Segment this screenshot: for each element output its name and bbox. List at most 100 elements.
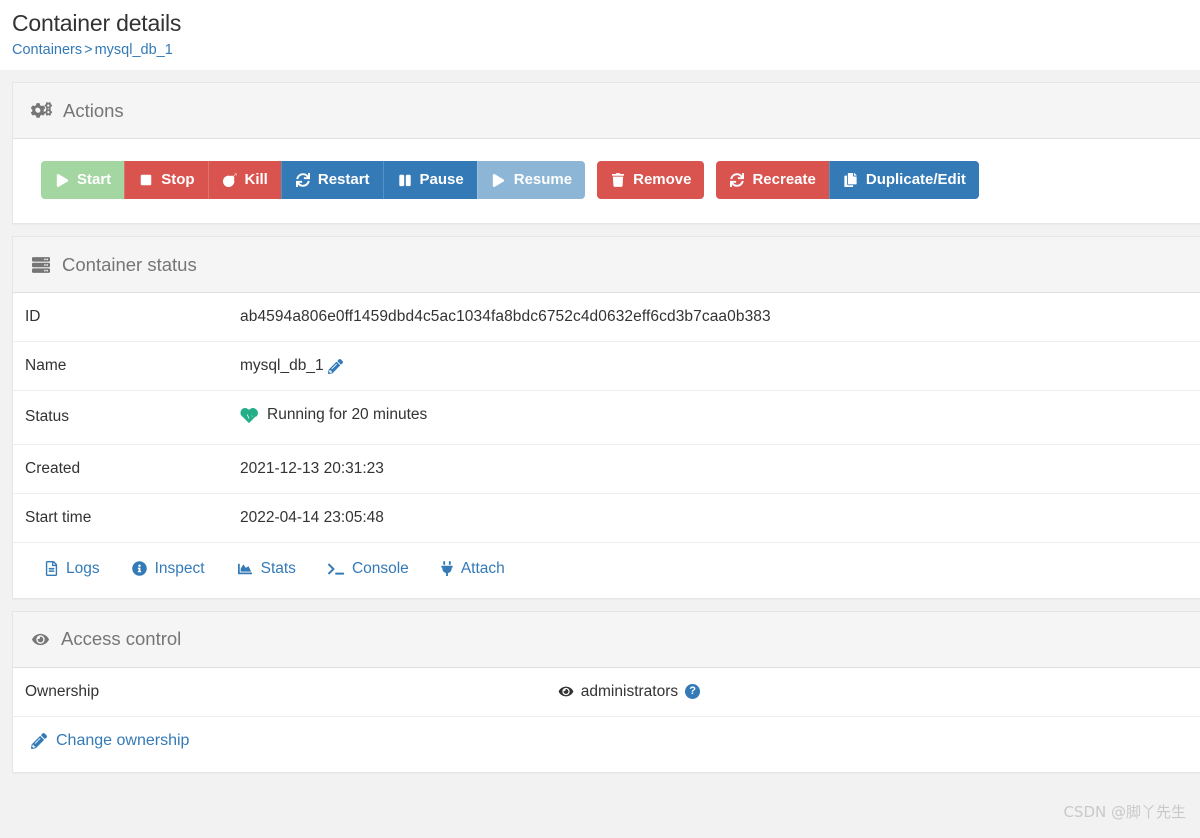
terminal-icon (327, 562, 344, 576)
question-circle-icon[interactable]: ? (685, 684, 701, 699)
ownership-value-cell: administrators ? (198, 668, 1200, 716)
copy-icon (843, 173, 859, 187)
ownership-table: Ownership administrators ? (13, 668, 1200, 716)
info-circle-icon (131, 561, 147, 576)
row-value-id: ab4594a806e0ff1459dbd4c5ac1034fa8bdc6752… (240, 308, 771, 325)
stop-button-label: Stop (161, 171, 195, 188)
access-control-panel-heading: Access control (13, 611, 1200, 668)
pause-icon (397, 174, 413, 187)
row-value-start-time: 2022-04-14 23:05:48 (240, 492, 1200, 542)
play-icon (54, 173, 70, 187)
logs-link-label: Logs (66, 559, 100, 577)
stop-icon (138, 174, 154, 186)
container-status-panel-title: Container status (62, 253, 197, 275)
file-icon (45, 561, 58, 576)
restart-button[interactable]: Restart (280, 161, 383, 199)
ownership-value-wrap: administrators ? (558, 681, 1192, 703)
recreate-button-label: Recreate (752, 171, 816, 188)
actions-panel: Actions Start Stop Kill Restart Pause Re… (12, 82, 1200, 224)
edit-icon[interactable] (327, 358, 343, 374)
stop-button[interactable]: Stop (124, 161, 208, 199)
row-label-start-time: Start time (13, 492, 240, 542)
actions-panel-heading: Actions (13, 83, 1200, 139)
container-quick-links: Logs Inspect Stats Console Attach (13, 541, 1200, 598)
page-body: Actions Start Stop Kill Restart Pause Re… (0, 70, 1200, 838)
change-ownership-label: Change ownership (56, 731, 190, 749)
remove-button-label: Remove (633, 171, 692, 188)
kill-button-label: Kill (244, 171, 268, 188)
stats-link[interactable]: Stats (237, 560, 296, 578)
row-value-created: 2021-12-13 20:31:23 (240, 443, 1200, 493)
ownership-value: administrators (580, 682, 679, 700)
recreate-button[interactable]: Recreate (716, 161, 829, 199)
row-value-status: Running for 20 minutes (267, 406, 428, 423)
start-button[interactable]: Start (41, 161, 125, 199)
table-row: Start time 2022-04-14 23:05:48 (13, 492, 1200, 542)
actions-panel-body: Start Stop Kill Restart Pause Resume Rem… (13, 139, 1200, 223)
pause-button[interactable]: Pause (382, 161, 477, 199)
inspect-link[interactable]: Inspect (131, 559, 205, 578)
resume-button-label: Resume (513, 171, 573, 188)
bomb-icon (222, 173, 238, 187)
sync-icon (295, 173, 311, 187)
duplicate-edit-button[interactable]: Duplicate/Edit (828, 161, 979, 199)
restart-button-label: Restart (317, 171, 370, 188)
lifecycle-button-group: Start Stop Kill Restart Pause Resume (41, 161, 586, 199)
row-value-name-cell: mysql_db_1 (240, 341, 1200, 391)
breadcrumb-current-link[interactable]: mysql_db_1 (95, 42, 173, 58)
row-label-id: ID (25, 308, 41, 325)
duplicate-edit-button-label: Duplicate/Edit (865, 171, 966, 188)
server-icon (31, 256, 51, 274)
container-status-panel-body: ID ab4594a806e0ff1459dbd4c5ac1034fa8bdc6… (13, 293, 1200, 598)
plug-icon (441, 561, 453, 576)
name-value-wrap: mysql_db_1 (240, 355, 343, 377)
cogs-icon (31, 101, 52, 120)
table-row: ID ab4594a806e0ff1459dbd4c5ac1034fa8bdc6… (13, 293, 1200, 342)
eye-icon (31, 632, 50, 647)
remove-button[interactable]: Remove (597, 161, 705, 199)
access-control-panel-body: Ownership administrators ? Change owners… (13, 668, 1200, 772)
actions-panel-title: Actions (63, 99, 124, 121)
table-row: Ownership administrators ? (13, 668, 1200, 716)
breadcrumb-containers-link[interactable]: Containers (12, 42, 82, 58)
trash-icon (610, 173, 626, 187)
container-status-panel-heading: Container status (13, 237, 1200, 293)
sync-icon (729, 173, 745, 187)
change-ownership-link[interactable]: Change ownership (31, 732, 189, 750)
access-control-panel: Access control Ownership administrators (12, 610, 1200, 773)
recreate-duplicate-button-group: Recreate Duplicate/Edit (716, 161, 979, 199)
container-status-table: ID ab4594a806e0ff1459dbd4c5ac1034fa8bdc6… (13, 293, 1200, 542)
table-row: Created 2021-12-13 20:31:23 (13, 443, 1200, 493)
play-icon (491, 173, 507, 187)
console-link[interactable]: Console (327, 559, 409, 578)
start-button-label: Start (77, 171, 112, 188)
inspect-link-label: Inspect (154, 559, 205, 577)
breadcrumb-separator: > (84, 42, 93, 58)
chart-area-icon (237, 562, 253, 576)
breadcrumb: Containers > mysql_db_1 (12, 40, 1200, 60)
attach-link[interactable]: Attach (441, 560, 505, 578)
row-value-name: mysql_db_1 (240, 357, 324, 374)
attach-link-label: Attach (460, 559, 505, 577)
container-actions-toolbar: Start Stop Kill Restart Pause Resume Rem… (13, 139, 1200, 223)
container-status-panel: Container status ID ab4594a806e0ff1459db… (12, 236, 1200, 599)
pause-button-label: Pause (419, 171, 464, 188)
remove-button-group: Remove (597, 161, 705, 199)
change-ownership-row: Change ownership (13, 715, 1200, 772)
edit-icon (31, 732, 47, 749)
kill-button[interactable]: Kill (207, 161, 281, 199)
row-label-status: Status (13, 390, 240, 444)
row-label-created: Created (13, 443, 240, 493)
heartbeat-icon (240, 407, 258, 424)
ownership-label: Ownership (25, 682, 100, 700)
table-row: Name mysql_db_1 (13, 341, 1200, 391)
row-value-status-cell: Running for 20 minutes (240, 390, 1200, 444)
logs-link[interactable]: Logs (45, 560, 100, 578)
console-link-label: Console (351, 559, 409, 577)
eye-icon (558, 685, 574, 698)
table-row: Status Running for 20 minutes (13, 390, 1200, 444)
csdn-watermark: CSDN @脚丫先生 (1063, 803, 1186, 821)
stats-link-label: Stats (260, 559, 296, 577)
resume-button[interactable]: Resume (476, 161, 586, 199)
access-control-panel-title: Access control (61, 628, 182, 649)
